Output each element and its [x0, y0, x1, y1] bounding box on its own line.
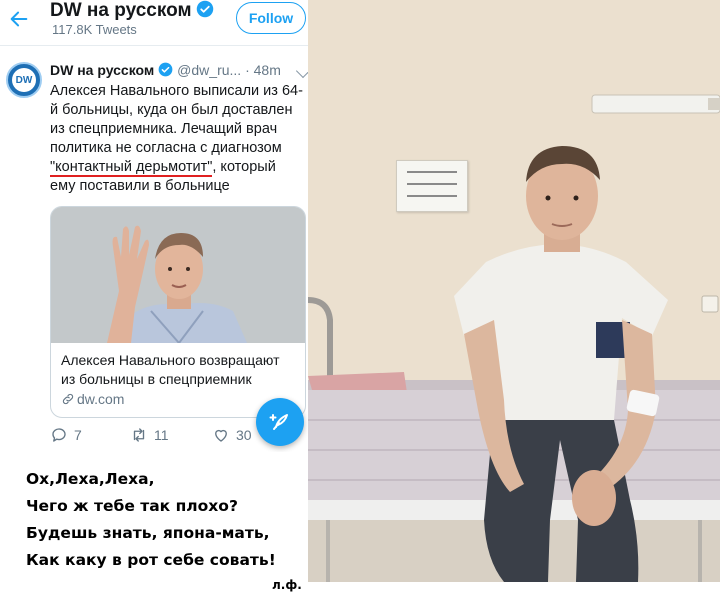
tweet-text-line: ему поставили в больнице [50, 178, 230, 194]
like-button[interactable]: 30 [212, 426, 252, 444]
tweet-text: Алексея Навального выписали из 64- й бол… [50, 82, 303, 196]
avatar[interactable]: DW [6, 62, 42, 98]
poem: Ох,Леха,Леха, Чего ж тебе так плохо? Буд… [26, 466, 276, 574]
retweet-button[interactable]: 11 [130, 426, 169, 444]
heart-icon [215, 429, 227, 442]
account-name: DW на русском [50, 0, 214, 22]
follow-button[interactable]: Follow [236, 2, 306, 34]
link-icon [62, 393, 74, 405]
hospital-photo [308, 0, 720, 582]
tweet-text-line: "контактный дерьмотит", который [50, 159, 276, 177]
verified-badge-icon [196, 0, 213, 18]
hospital-room-illustration [308, 0, 720, 582]
tweet-count: 117.8K Tweets [52, 22, 137, 37]
avatar-logo: DW [12, 68, 36, 92]
profile-header: DW на русском 117.8K Tweets Follow [0, 0, 308, 46]
tweet-text-line: Алексея Навального выписали из 64- [50, 83, 303, 99]
reply-count: 7 [74, 427, 82, 443]
retweet-icon [133, 428, 145, 442]
poem-line: Чего ж тебе так плохо? [26, 497, 238, 515]
card-domain: dw.com [61, 391, 124, 407]
author-signature: л.ф. [272, 578, 302, 592]
tweet-text-line: из спецприемника. Лечащий врач [50, 121, 278, 137]
verified-badge-icon [158, 62, 173, 77]
link-preview-card[interactable]: Алексея Навального возвращают из больниц… [50, 206, 306, 418]
tweet-text-line: й больницы, куда он был доставлен [50, 102, 293, 118]
poem-line: Ох,Леха,Леха, [26, 470, 155, 488]
card-photo [51, 207, 305, 343]
card-title-line: из больницы в спецприемник [61, 371, 252, 387]
name-sign-on-wall [396, 160, 468, 212]
card-title-line: Алексея Навального возвращают [61, 352, 280, 368]
reply-icon [52, 428, 66, 442]
back-arrow-icon[interactable] [8, 8, 30, 30]
chevron-down-icon[interactable] [295, 63, 308, 79]
tweet-display-name[interactable]: DW на русском [50, 62, 154, 78]
poem-line: Как каку в рот себе совать! [26, 551, 276, 569]
man-portrait-illustration [51, 207, 305, 343]
tweet-screenshot: DW на русском 117.8K Tweets Follow DW DW… [0, 0, 308, 452]
feather-plus-icon [269, 414, 288, 430]
poem-line: Будешь знать, япона-мать, [26, 524, 270, 542]
reply-button[interactable]: 7 [50, 426, 82, 444]
card-title: Алексея Навального возвращают из больниц… [61, 351, 301, 389]
photo-bottom-margin [308, 582, 720, 608]
tweet-text-line: политика не согласна с диагнозом [50, 140, 282, 156]
retweet-count: 11 [154, 427, 169, 443]
highlighted-diagnosis: "контактный дерьмотит" [50, 159, 213, 177]
compose-tweet-button[interactable] [256, 398, 304, 446]
tweet-handle-time: @dw_ru... · 48m [177, 62, 281, 78]
tweet-author-line: DW на русском @dw_ru... · 48m [50, 62, 281, 78]
tweet-actions: 7 11 30 [50, 426, 270, 446]
like-count: 30 [236, 427, 252, 443]
